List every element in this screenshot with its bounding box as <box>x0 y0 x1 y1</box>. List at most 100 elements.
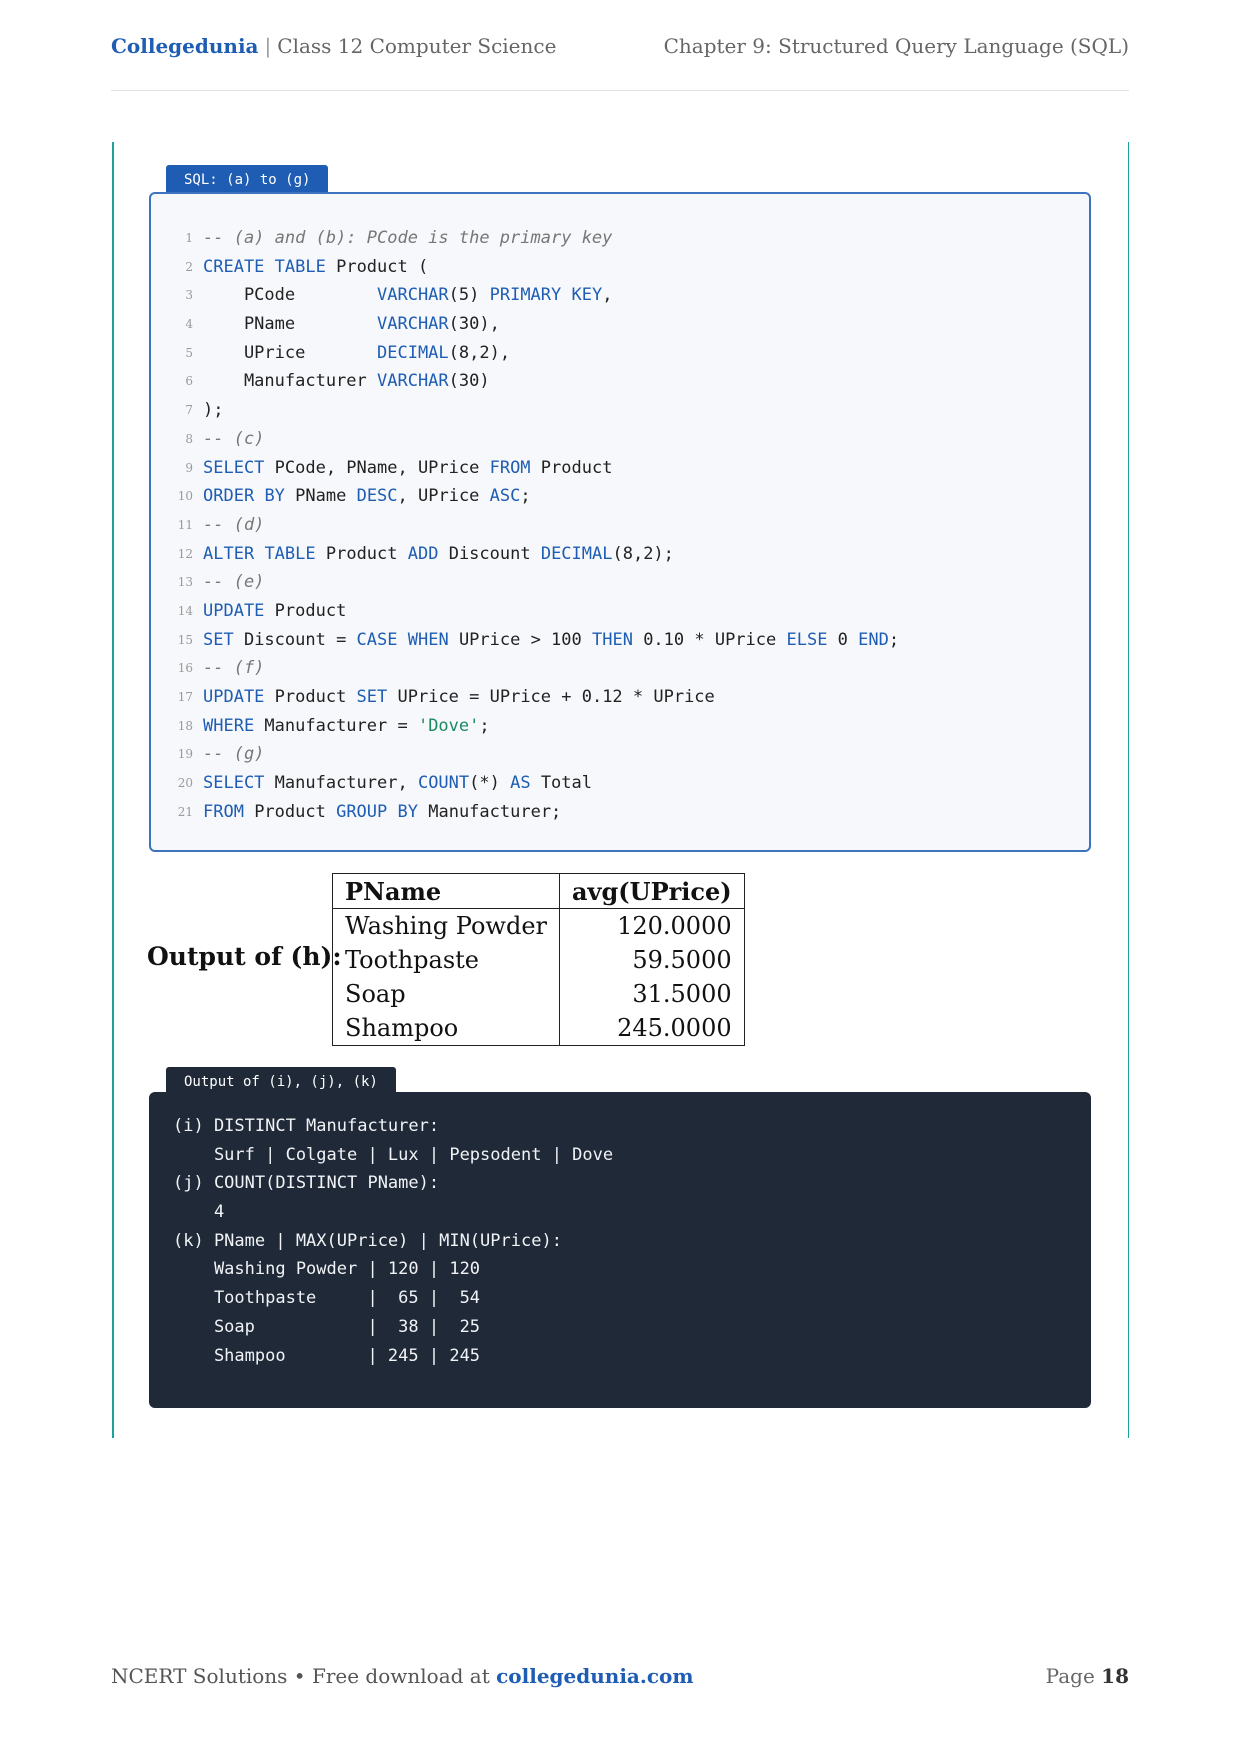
output-line: Shampoo | 245 | 245 <box>173 1345 481 1366</box>
header-left: Collegedunia | Class 12 Computer Science <box>111 34 556 58</box>
line-number: 10 <box>177 489 193 504</box>
line-number: 21 <box>177 804 193 819</box>
sql-text: Discount <box>438 543 541 564</box>
sql-text: Total <box>530 773 592 794</box>
sql-keyword: PRIMARY <box>489 285 562 306</box>
sql-keyword: THEN <box>592 629 633 650</box>
output-ijk-block: (i) DISTINCT Manufacturer: Surf | Colgat… <box>149 1092 1091 1408</box>
output-line: (i) DISTINCT Manufacturer: <box>173 1116 440 1136</box>
sql-comment: -- (e) <box>203 572 265 593</box>
sql-keyword: CASE <box>356 629 398 650</box>
sql-comment: -- (c) <box>203 428 265 449</box>
code-text: ); <box>203 396 223 425</box>
code-text: WHERE Manufacturer = 'Dove'; <box>203 712 490 741</box>
sql-comment: -- (d) <box>203 514 265 535</box>
line-number: 9 <box>185 460 193 475</box>
code-text: -- (f) <box>203 654 264 683</box>
sql-text: (5) <box>448 285 490 306</box>
code-text: ORDER BY PName DESC, UPrice ASC; <box>203 482 531 511</box>
line-number: 7 <box>185 403 193 418</box>
page-header: Collegedunia | Class 12 Computer Science C… <box>111 34 1129 91</box>
line-number: 15 <box>177 632 193 647</box>
page-number: 18 <box>1101 1664 1129 1688</box>
sql-keyword: SET <box>356 687 388 707</box>
sql-keyword: GROUP <box>336 801 388 822</box>
table-row: Shampoo 245.0000 <box>332 1011 745 1046</box>
sql-text: (8,2), <box>448 342 511 363</box>
sql-text: UPrice <box>203 342 377 363</box>
table-header-row: PName avg(UPrice) <box>332 873 745 909</box>
cell-pname: Washing Powder <box>332 908 560 943</box>
footer-link[interactable]: collegedunia.com <box>496 1664 693 1688</box>
line-number: 11 <box>177 517 193 532</box>
code-text: UPDATE Product SET UPrice = UPrice + 0.1… <box>203 683 715 712</box>
sql-text: Product <box>315 543 408 564</box>
sql-text: (30) <box>448 371 490 392</box>
sql-keyword: COUNT <box>417 773 470 794</box>
cell-pname: Soap <box>332 977 560 1011</box>
sql-keyword: UPDATE <box>203 600 265 621</box>
line-number: 3 <box>185 288 193 303</box>
code-text: Manufacturer VARCHAR(30) <box>203 367 490 396</box>
brand-name[interactable]: Collegedunia <box>111 34 259 58</box>
sql-keyword: BY <box>264 486 285 507</box>
code-text: PName VARCHAR(30), <box>203 310 500 339</box>
sql-keyword: FROM <box>203 801 244 822</box>
sql-text: Product <box>243 801 337 822</box>
table-row: Toothpaste 59.5000 <box>332 943 745 977</box>
code-text: -- (e) <box>203 568 264 597</box>
sql-keyword: WHEN <box>407 629 449 650</box>
sql-keyword: ALTER <box>203 543 255 564</box>
code-text: PCode VARCHAR(5) PRIMARY KEY, <box>203 281 613 310</box>
sql-text: Discount = <box>233 629 357 650</box>
line-number: 13 <box>177 575 193 590</box>
sql-keyword: BY <box>397 801 418 822</box>
code-text: -- (a) and (b): PCode is the primary key <box>203 224 612 253</box>
code-text: ALTER TABLE Product ADD Discount DECIMAL… <box>203 540 674 569</box>
cell-pname: Shampoo <box>332 1011 560 1046</box>
line-number: 6 <box>185 374 193 389</box>
cell-avg-uprice: 59.5000 <box>559 943 745 977</box>
right-accent-rule <box>1128 142 1129 1438</box>
line-number: 16 <box>177 661 193 676</box>
sql-keyword: FROM <box>489 457 531 478</box>
sql-keyword: VARCHAR <box>377 371 449 392</box>
chapter-title: Chapter 9: Structured Query Language (SQ… <box>663 34 1129 58</box>
table-row: Soap 31.5000 <box>332 977 745 1011</box>
sql-keyword: ORDER <box>203 486 255 507</box>
code-text: UPDATE Product <box>203 597 346 626</box>
code-text: SET Discount = CASE WHEN UPrice > 100 TH… <box>203 626 899 655</box>
sql-keyword: CREATE <box>203 256 265 277</box>
sql-code-block: 1 -- (a) and (b): PCode is the primary ke… <box>149 192 1091 852</box>
column-header-avg-uprice: avg(UPrice) <box>559 873 745 909</box>
sql-keyword: TABLE <box>274 256 326 277</box>
sql-keyword: ASC <box>489 486 521 507</box>
line-number: 1 <box>185 231 193 245</box>
code-text: CREATE TABLE Product ( <box>203 253 428 282</box>
sql-text: 0 <box>827 629 859 650</box>
sql-text: (30), <box>448 314 500 335</box>
sql-keyword: WHERE <box>203 715 255 736</box>
sql-keyword: DECIMAL <box>377 342 449 363</box>
output-line: Surf | Colgate | Lux | Pepsodent | Dove <box>173 1144 614 1165</box>
code-text: -- (g) <box>203 740 264 769</box>
code-text: UPrice DECIMAL(8,2), <box>203 339 510 368</box>
sql-text: Product <box>264 687 357 707</box>
line-number: 17 <box>177 690 193 704</box>
sql-keyword: TABLE <box>264 543 316 564</box>
sql-text: Product <box>530 457 613 478</box>
sql-comment: -- (a) and (b): PCode is the primary key <box>203 228 613 248</box>
sql-comment: -- (g) <box>203 744 265 765</box>
code-text: FROM Product GROUP BY Manufacturer; <box>203 798 561 827</box>
course-title: Class 12 Computer Science <box>277 34 557 58</box>
sql-keyword: SELECT <box>203 773 265 794</box>
sql-text: ; <box>888 629 900 650</box>
sql-keyword: UPDATE <box>203 687 265 707</box>
sql-text: Product ( <box>325 256 429 277</box>
page-label: Page <box>1045 1664 1095 1688</box>
sql-text: ; <box>520 486 531 507</box>
output-line: Washing Powder | 120 | 120 <box>173 1259 481 1280</box>
sql-text: PName <box>284 486 357 507</box>
